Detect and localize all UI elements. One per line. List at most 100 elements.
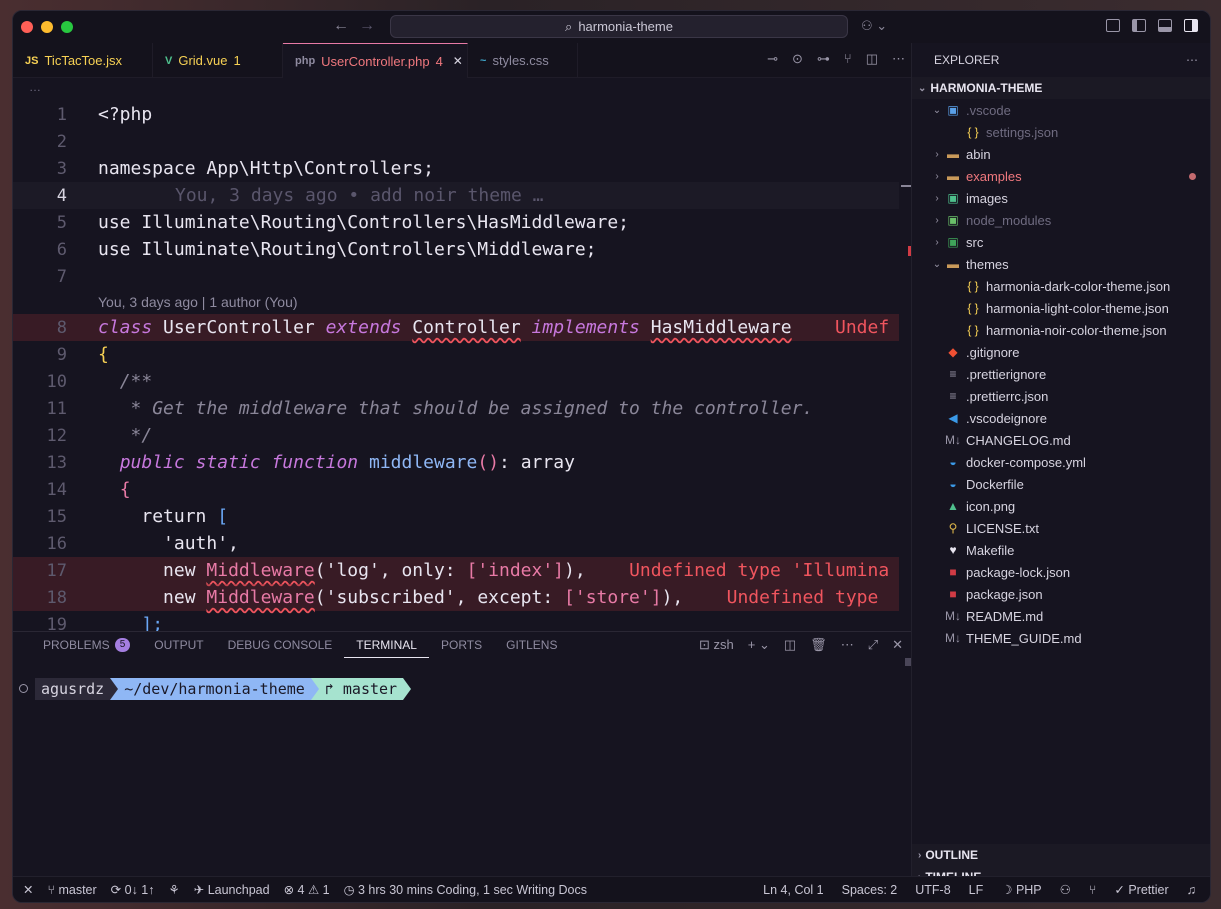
arguments: ('log', only:	[314, 560, 467, 581]
file-type-icon: JS	[25, 54, 39, 67]
indentation[interactable]: Spaces: 2	[842, 883, 898, 897]
end-of-line[interactable]: LF	[969, 883, 984, 897]
more-actions-icon[interactable]: ⋯	[892, 51, 905, 67]
toggle-panel-icon[interactable]	[1158, 19, 1172, 32]
new-terminal-icon[interactable]: + ⌄	[748, 637, 770, 653]
tree-item[interactable]: ■ package-lock.json	[912, 561, 1210, 583]
compare-changes-icon[interactable]: ⊸	[767, 51, 778, 67]
graph-icon[interactable]: ⚘	[169, 882, 180, 897]
keyword: use	[98, 239, 131, 260]
tree-item[interactable]: ♥ Makefile	[912, 539, 1210, 561]
split-terminal-icon[interactable]: ◫	[784, 637, 796, 653]
tree-item[interactable]: ⚲ LICENSE.txt	[912, 517, 1210, 539]
project-section-header[interactable]: ⌄ HARMONIA-THEME	[912, 77, 1210, 99]
tree-item[interactable]: ◆ .gitignore	[912, 341, 1210, 363]
source-control-icon[interactable]: ⑂	[844, 51, 852, 67]
panel-tab-ports[interactable]: PORTS	[429, 632, 494, 658]
editor-tab[interactable]: V Grid.vue 1	[153, 43, 283, 78]
language-mode[interactable]: ☽ PHP	[1001, 882, 1041, 897]
tree-item[interactable]: › ▣ images	[912, 187, 1210, 209]
tree-item-label: package-lock.json	[966, 564, 1071, 580]
tree-item-label: abin	[966, 146, 991, 162]
kill-terminal-icon[interactable]: 🗑	[810, 637, 827, 653]
code-editor[interactable]: 1 <?php 2 3 namespace App\Http\Controllers…	[13, 101, 899, 631]
terminal-prompt[interactable]: agusrdz ~/dev/harmonia-theme ↱ master	[19, 678, 412, 700]
line-number: 14	[46, 480, 67, 500]
close-tab-icon[interactable]: ✕	[453, 54, 463, 68]
toggle-primary-sidebar-icon[interactable]	[1132, 19, 1146, 32]
tree-item[interactable]: M↓ THEME_GUIDE.md	[912, 627, 1210, 649]
terminal-icon[interactable]: ⊡ zsh	[699, 637, 734, 653]
tree-item[interactable]: › ▬ abin	[912, 143, 1210, 165]
wakatime-status[interactable]: ◷ 3 hrs 30 mins Coding, 1 sec Writing Do…	[344, 882, 587, 897]
panel-tab-problems[interactable]: PROBLEMS 5	[31, 632, 142, 658]
chevron-right-icon: ›	[935, 192, 939, 204]
close-window-button[interactable]	[21, 21, 33, 33]
split-editor-icon[interactable]: ◫	[866, 51, 878, 67]
copilot-status-icon[interactable]: ⚇	[1060, 882, 1071, 897]
more-actions-icon[interactable]: ⋯	[841, 637, 854, 653]
copilot-icon[interactable]: ⚇ ⌄	[861, 18, 887, 34]
gitlens-status-icon[interactable]: ⑂	[1089, 883, 1097, 897]
branch-name: master	[58, 882, 97, 897]
panel-tab-terminal[interactable]: TERMINAL	[344, 632, 429, 658]
code-line: 5 use Illuminate\Routing\Controllers\HasM…	[13, 209, 899, 236]
close-panel-icon[interactable]: ✕	[892, 637, 903, 653]
bottom-panel: PROBLEMS 5 OUTPUT DEBUG CONSOLE TERMINAL PORT…	[13, 631, 911, 878]
customize-layout-icon[interactable]	[1106, 19, 1120, 32]
prettier-status[interactable]: ✓ Prettier	[1114, 882, 1168, 897]
breadcrumb[interactable]: …	[13, 78, 911, 100]
overview-ruler[interactable]	[899, 101, 912, 631]
maximize-panel-icon[interactable]: ⤢	[868, 637, 878, 653]
outline-section[interactable]: › OUTLINE	[912, 844, 1210, 866]
tree-item[interactable]: ■ package.json	[912, 583, 1210, 605]
more-actions-icon[interactable]: ⋯	[1186, 53, 1198, 67]
tree-item[interactable]: ⌄ ▬ themes	[912, 253, 1210, 275]
command-center-search[interactable]: ⌕ harmonia-theme	[390, 15, 848, 38]
tree-item[interactable]: ▲ icon.png	[912, 495, 1210, 517]
namespace-text: Illuminate\Routing\Controllers\HasMiddle…	[141, 212, 630, 233]
codelens-authors[interactable]: You, 3 days ago | 1 author (You)	[13, 290, 899, 314]
next-change-icon[interactable]: ⊶	[817, 51, 830, 67]
tree-item[interactable]: { } harmonia-light-color-theme.json	[912, 297, 1210, 319]
maximize-window-button[interactable]	[61, 21, 73, 33]
editor-tab[interactable]: php UserController.php 4 ✕	[283, 43, 468, 78]
tree-item[interactable]: ◀ .vscodeignore	[912, 407, 1210, 429]
tree-item[interactable]: ⌄ ▣ .vscode	[912, 99, 1210, 121]
editor-tab[interactable]: JS TicTacToe.jsx	[13, 43, 153, 78]
toggle-secondary-sidebar-icon[interactable]	[1184, 19, 1198, 32]
tree-item[interactable]: ≡ .prettierrc.json	[912, 385, 1210, 407]
tree-item[interactable]: { } harmonia-dark-color-theme.json	[912, 275, 1210, 297]
title-bar: ← → ⌕ harmonia-theme ⚇ ⌄	[13, 11, 1210, 43]
tree-item[interactable]: { } harmonia-noir-color-theme.json	[912, 319, 1210, 341]
panel-tab-debug-console[interactable]: DEBUG CONSOLE	[216, 632, 345, 658]
problems-status[interactable]: ⊗ 4 ⚠ 1	[284, 882, 330, 897]
tree-item[interactable]: M↓ CHANGELOG.md	[912, 429, 1210, 451]
branch-status[interactable]: ⑂ master	[47, 883, 96, 897]
encoding[interactable]: UTF-8	[915, 883, 950, 897]
tree-item[interactable]: ≡ .prettierignore	[912, 363, 1210, 385]
panel-tab-gitlens[interactable]: GITLENS	[494, 632, 569, 658]
panel-tab-output[interactable]: OUTPUT	[142, 632, 215, 658]
notifications-bell-icon[interactable]: ♫	[1187, 883, 1196, 897]
forward-arrow-icon[interactable]: →	[359, 17, 375, 35]
tree-item[interactable]: › ▣ node_modules	[912, 209, 1210, 231]
back-arrow-icon[interactable]: ←	[333, 17, 349, 35]
remote-indicator[interactable]: ✕	[23, 882, 33, 897]
tree-item[interactable]: ◒ Dockerfile	[912, 473, 1210, 495]
previous-change-icon[interactable]: ⊙	[792, 51, 803, 67]
inline-error-message: Undefined type 'Illumina	[629, 560, 890, 581]
tree-item[interactable]: › ▬ examples	[912, 165, 1210, 187]
tree-item[interactable]: ◒ docker-compose.yml	[912, 451, 1210, 473]
cursor-position[interactable]: Ln 4, Col 1	[763, 883, 823, 897]
tree-item[interactable]: { } settings.json	[912, 121, 1210, 143]
status-bar: ✕ ⑂ master ⟳ 0↓ 1↑ ⚘ ✈ Launchpad ⊗ 4 ⚠ 1…	[13, 876, 1210, 902]
sync-status[interactable]: ⟳ 0↓ 1↑	[111, 882, 155, 897]
chevron-right-icon: ›	[935, 170, 939, 182]
editor-tab[interactable]: ~ styles.css	[468, 43, 578, 78]
tree-item[interactable]: M↓ README.md	[912, 605, 1210, 627]
minimize-window-button[interactable]	[41, 21, 53, 33]
tree-item[interactable]: › ▣ src	[912, 231, 1210, 253]
launchpad-status[interactable]: ✈ Launchpad	[194, 882, 270, 897]
panel-tab-label: OUTPUT	[154, 638, 204, 652]
